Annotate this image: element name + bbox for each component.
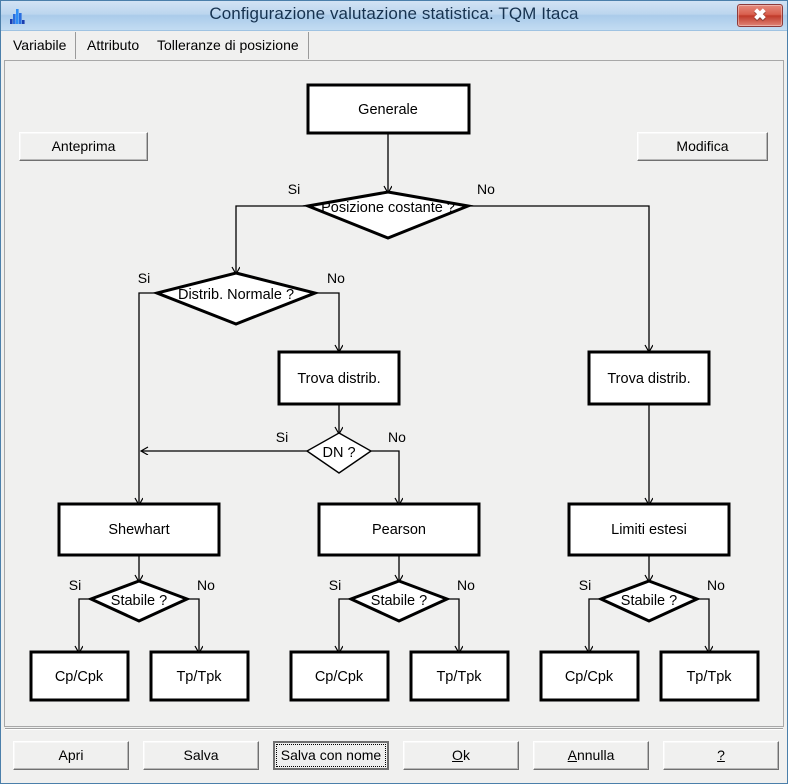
salva-con-nome-label: Salva con nome bbox=[280, 747, 382, 763]
node-stabile-3-label: Stabile ? bbox=[621, 593, 677, 609]
tab-variabile[interactable]: Variabile bbox=[4, 32, 77, 59]
salva-button[interactable]: Salva bbox=[143, 741, 259, 770]
title-bar: Configurazione valutazione statistica: T… bbox=[1, 1, 787, 31]
tab-attributo[interactable]: Attributo bbox=[78, 32, 150, 59]
close-button[interactable]: ✖ bbox=[737, 4, 783, 27]
edge-label-distrib-si: Si bbox=[138, 270, 150, 286]
node-tp-tpk-3-label: Tp/Tpk bbox=[686, 669, 732, 685]
node-limiti-estesi-label: Limiti estesi bbox=[611, 522, 687, 538]
node-tp-tpk-1-label: Tp/Tpk bbox=[176, 669, 222, 685]
tab-label: Attributo bbox=[87, 37, 140, 53]
node-shewhart-label: Shewhart bbox=[108, 522, 169, 538]
edge-label-stabile3-si: Si bbox=[579, 577, 591, 593]
ok-button[interactable]: Ok bbox=[403, 741, 519, 770]
tab-label: Variabile bbox=[13, 37, 67, 53]
node-stabile-2-label: Stabile ? bbox=[371, 593, 427, 609]
node-posizione-label: Posizione costante ? bbox=[321, 200, 455, 216]
ok-rest: k bbox=[462, 747, 470, 763]
edge-label-stabile2-no: No bbox=[457, 577, 475, 593]
salva-label: Salva bbox=[183, 747, 219, 763]
node-tp-tpk-2-label: Tp/Tpk bbox=[436, 669, 482, 685]
node-stabile-1-label: Stabile ? bbox=[111, 593, 167, 609]
node-trova-distrib-destra-label: Trova distrib. bbox=[607, 371, 690, 387]
content-panel: Anteprima Modifica Generale Posizione co… bbox=[4, 60, 784, 727]
edge-label-posizione-no: No bbox=[477, 181, 495, 197]
node-cp-cpk-1-label: Cp/Cpk bbox=[55, 669, 104, 685]
dialog-window: Configurazione valutazione statistica: T… bbox=[0, 0, 788, 784]
annulla-rest: nnulla bbox=[576, 747, 615, 763]
node-pearson-label: Pearson bbox=[372, 522, 426, 538]
node-generale-label: Generale bbox=[358, 102, 418, 118]
node-cp-cpk-2-label: Cp/Cpk bbox=[315, 669, 364, 685]
ok-accel: O bbox=[452, 747, 463, 763]
node-distrib-label: Distrib. Normale ? bbox=[178, 287, 294, 303]
edge-label-dn-si: Si bbox=[276, 429, 288, 445]
edge-label-distrib-no: No bbox=[327, 270, 345, 286]
help-label: ? bbox=[717, 747, 725, 763]
apri-label: Apri bbox=[58, 747, 84, 763]
salva-con-nome-button[interactable]: Salva con nome bbox=[273, 741, 389, 770]
annulla-button[interactable]: Annulla bbox=[533, 741, 649, 770]
apri-button[interactable]: Apri bbox=[13, 741, 129, 770]
annulla-label: Annulla bbox=[534, 742, 648, 769]
footer-separator bbox=[5, 728, 783, 730]
edge-label-stabile2-si: Si bbox=[329, 577, 341, 593]
footer-button-bar: Apri Salva Salva con nome Ok Annulla ? bbox=[1, 728, 787, 783]
edge-label-stabile1-no: No bbox=[197, 577, 215, 593]
tab-tolleranze[interactable]: Tolleranze di posizione bbox=[148, 32, 309, 59]
node-dn-label: DN ? bbox=[322, 445, 355, 461]
edge-label-stabile3-no: No bbox=[707, 577, 725, 593]
node-cp-cpk-3-label: Cp/Cpk bbox=[565, 669, 614, 685]
close-icon: ✖ bbox=[753, 7, 767, 24]
statistical-evaluation-flowchart: Generale Posizione costante ? Si No Dist… bbox=[29, 83, 760, 702]
edge-label-dn-no: No bbox=[388, 429, 406, 445]
window-title: Configurazione valutazione statistica: T… bbox=[209, 4, 579, 23]
ok-label: Ok bbox=[404, 742, 518, 769]
help-button[interactable]: ? bbox=[663, 741, 779, 770]
tab-label: Tolleranze di posizione bbox=[157, 37, 299, 53]
edge-label-posizione-si: Si bbox=[288, 181, 300, 197]
annulla-accel: A bbox=[567, 747, 577, 763]
tab-strip: Variabile Attributo Tolleranze di posizi… bbox=[1, 31, 787, 61]
node-trova-distrib-centro-label: Trova distrib. bbox=[297, 371, 380, 387]
edge-label-stabile1-si: Si bbox=[69, 577, 81, 593]
